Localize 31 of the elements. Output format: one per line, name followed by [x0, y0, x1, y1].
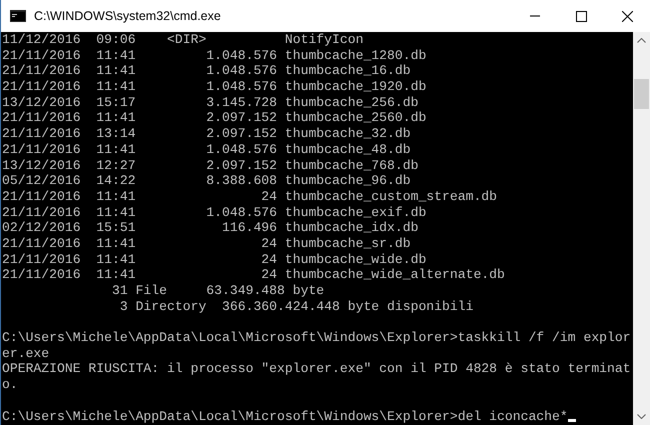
console-line: 21/11/2016 11:41 1.048.576 thumbcache_1920.db	[2, 79, 426, 95]
console-line: 31 File 63.349.488 byte	[111, 283, 324, 299]
console-line: 02/12/2016 15:51 116.496 thumbcache_idx.db	[2, 220, 418, 236]
console-line: 21/11/2016 11:41 24 thumbcache_sr.db	[2, 236, 411, 252]
scrollbar-thumb[interactable]	[634, 79, 649, 109]
window-title: C:\WINDOWS\system32\cmd.exe	[34, 8, 221, 25]
console-line: 13/12/2016 12:27 2.097.152 thumbcache_768.db	[2, 158, 418, 174]
console-line: C:\Users\Michele\AppData\Local\Microsoft\Windows\Explorer>taskkill /f /im explor	[2, 330, 631, 346]
console-line: 05/12/2016 14:22 8.388.608 thumbcache_96.db	[2, 173, 411, 189]
console-line: 21/11/2016 11:41 24 thumbcache_wide.db	[2, 252, 426, 268]
console-line: 21/11/2016 11:41 1.048.576 thumbcache_exif.db	[2, 204, 426, 220]
console-line: 21/11/2016 11:41 1.048.576 thumbcache_48.db	[2, 142, 411, 158]
console-line: C:\Users\Michele\AppData\Local\Microsoft\Windows\Explorer>del iconcache*	[2, 408, 568, 424]
console-line: o.	[2, 377, 18, 393]
console-line: 11/12/2016 09:06 <DIR> NotifyIcon	[2, 32, 364, 48]
console-line: OPERAZIONE RIUSCITA: il processo "explorer.exe" con il PID 4828 è stato terminat	[2, 361, 631, 378]
scroll-up-icon[interactable]	[637, 38, 646, 43]
console-line: 3 Directory 366.360.424.448 byte disponibili	[118, 298, 474, 314]
console-line: 13/12/2016 15:17 3.145.728 thumbcache_256.db	[2, 94, 418, 110]
close-icon	[622, 10, 632, 22]
scrollbar[interactable]	[633, 32, 650, 425]
console-line: er.exe	[2, 346, 50, 362]
console-line: 21/11/2016 11:41 1.048.576 thumbcache_1280.db	[2, 48, 426, 64]
scroll-down-icon[interactable]	[637, 414, 646, 419]
maximize-icon	[576, 10, 586, 22]
console-line: 21/11/2016 11:41 24 thumbcache_wide_alternate.db	[2, 267, 505, 283]
console-line: 21/11/2016 13:14 2.097.152 thumbcache_32.db	[2, 126, 411, 142]
console-line: 21/11/2016 11:41 2.097.152 thumbcache_2560.db	[2, 110, 426, 126]
console-line: 21/11/2016 11:41 24 thumbcache_custom_stream.db	[2, 188, 498, 205]
console-app-icon	[10, 10, 26, 22]
console-line: 21/11/2016 11:41 1.048.576 thumbcache_16.db	[2, 63, 411, 80]
